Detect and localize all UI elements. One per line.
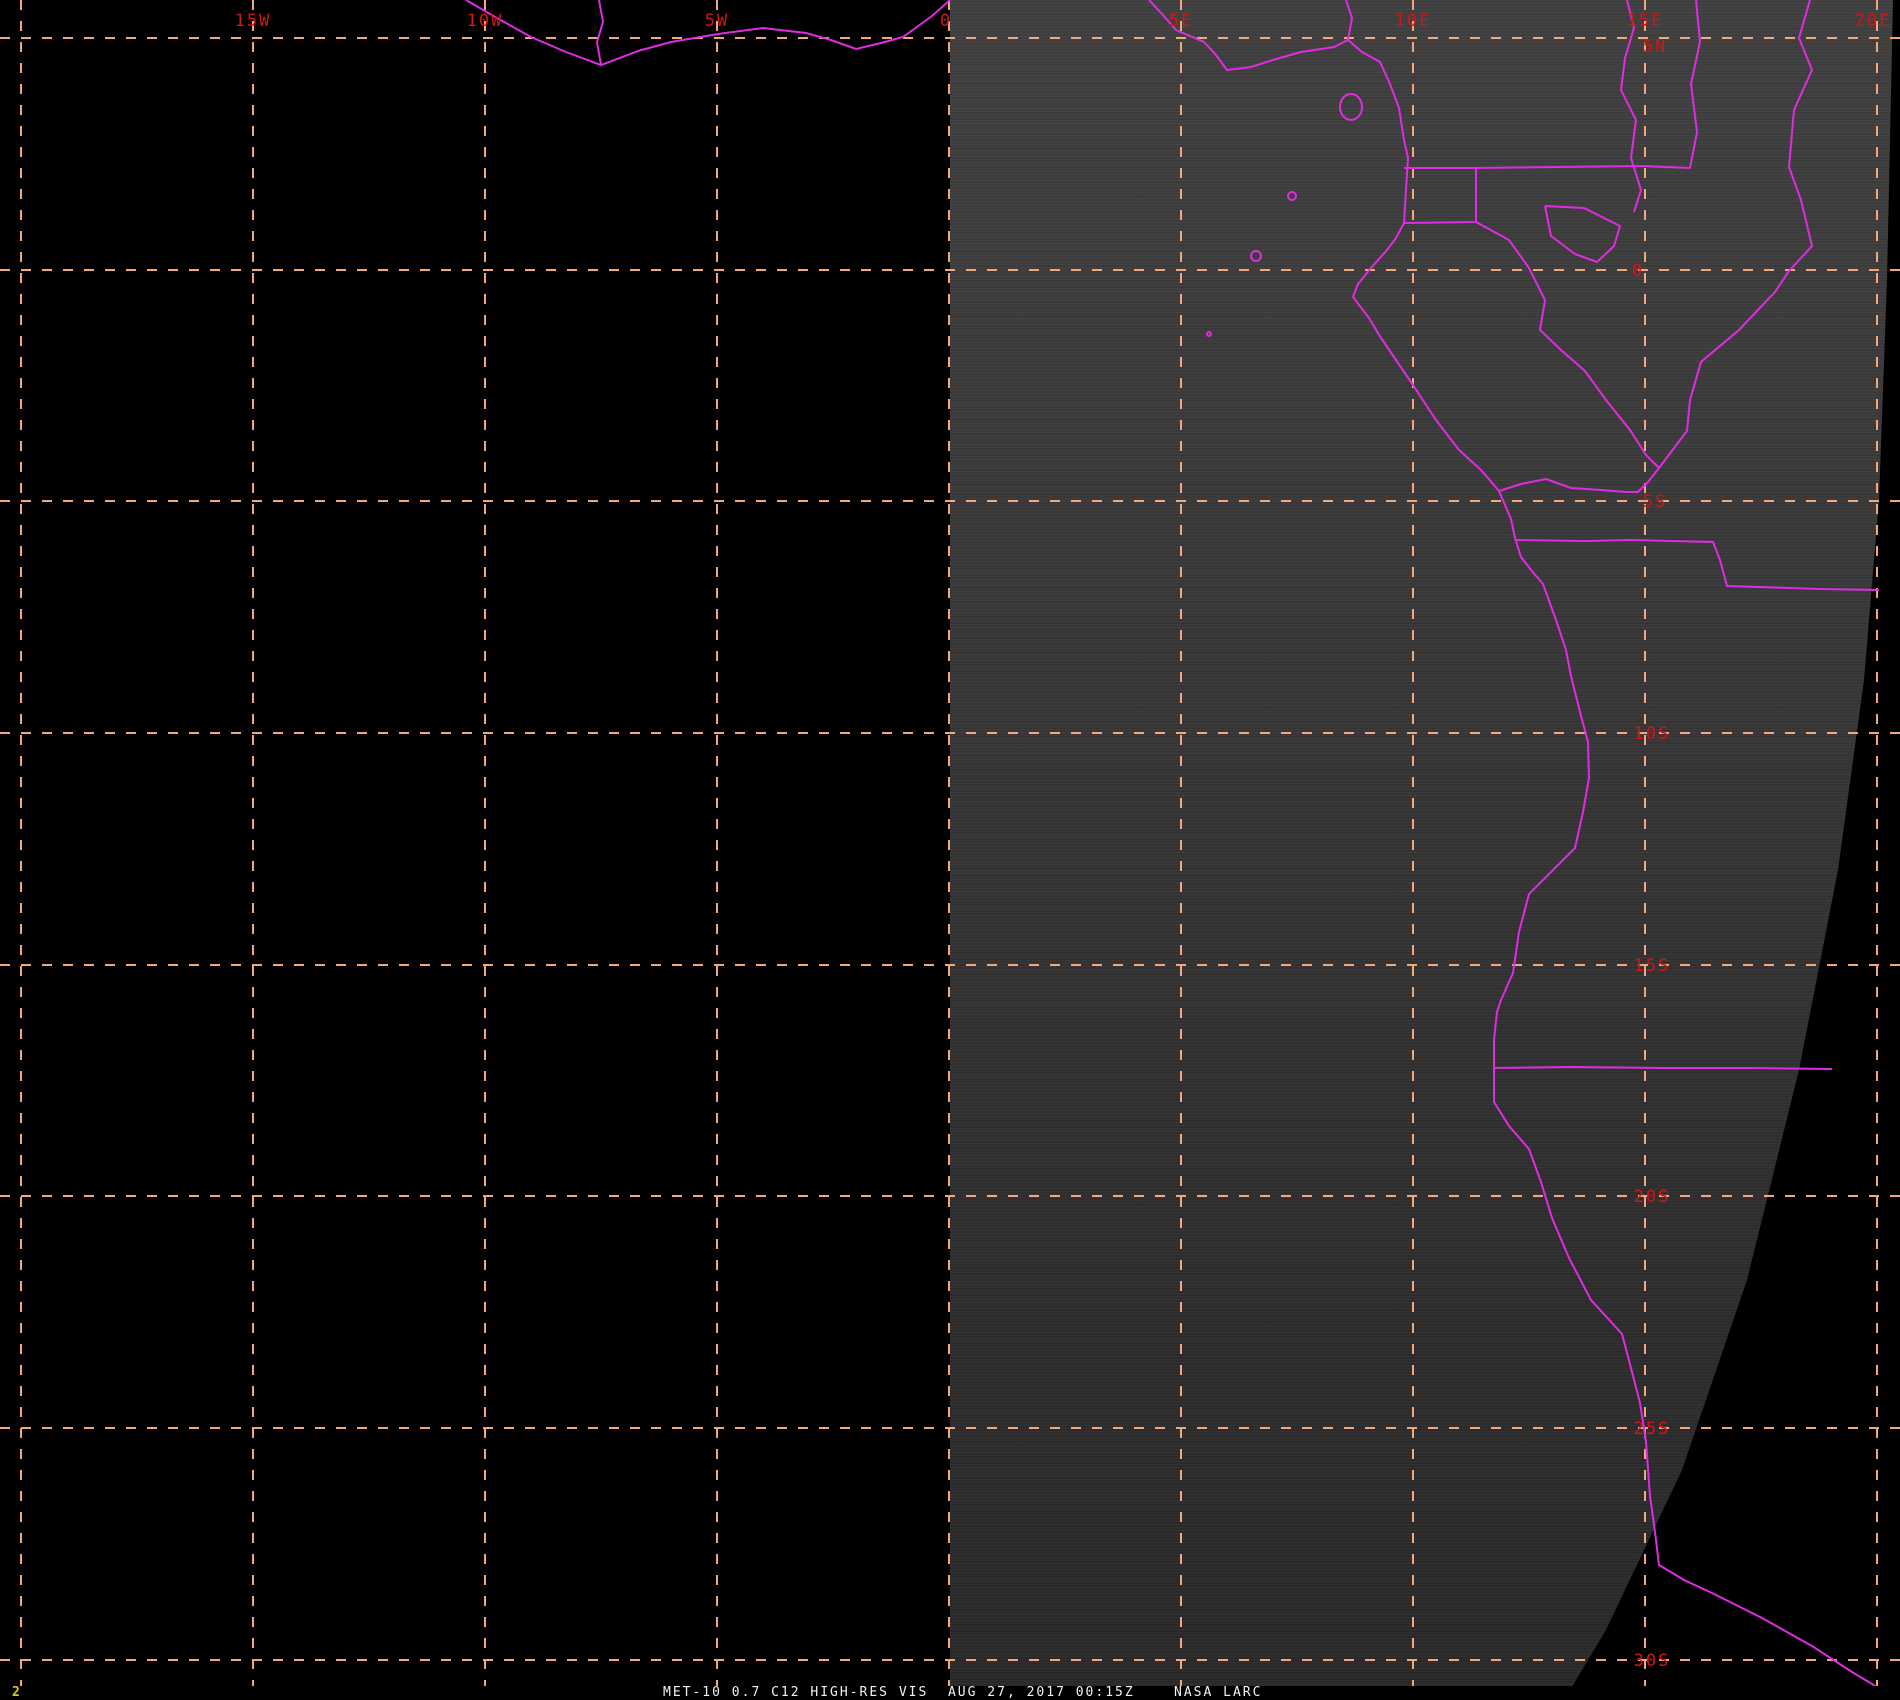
timestamp-label: AUG 27, 2017 00:15Z [947,1685,1135,1700]
coastline-path [1658,0,1814,469]
island-principe [1287,191,1297,201]
longitude-label: 5E [1169,11,1193,31]
longitude-label: 10E [1395,11,1432,31]
caption-gap-2 [1135,1685,1174,1700]
satellite-image-viewport: 15W 10W 5W 0 5E 10E 15E 20E 5N 0 5S 10S 15S 20S 25S 30S… [0,0,1900,1700]
coastline-path [1493,1065,1833,1070]
latitude-label: 10S [1634,724,1671,744]
product-label: MET-10 0.7 C12 HIGH-RES VIS [663,1685,929,1700]
caption-text: MET-10 0.7 C12 HIGH-RES VIS AUG 27, 2017… [663,1686,1262,1699]
credit-label: NASA LARC [1174,1685,1263,1700]
latitude-label: 15S [1634,956,1671,976]
longitude-label: 20E [1855,11,1892,31]
coastline-path [1544,205,1622,264]
longitude-label: 0 [940,11,952,31]
frame-counter: 2 [12,1685,20,1700]
coastline-path [1475,221,1660,469]
coastline-path [1403,167,1477,224]
longitude-label: 15W [235,11,272,31]
latitude-label: 0 [1632,261,1644,281]
longitude-label: 15E [1627,11,1664,31]
coastline-path [1475,0,1702,170]
longitude-label: 5W [705,11,729,31]
caption-gap-1 [928,1685,948,1700]
coastline-path [1148,0,1878,1688]
caption-bar: MET-10 0.7 C12 HIGH-RES VIS AUG 27, 2017… [0,1686,1900,1700]
latitude-label: 5S [1643,492,1667,512]
latitude-label: 5N [1643,37,1667,57]
island-annobon [1206,331,1212,337]
latitude-label: 20S [1634,1187,1671,1207]
coastline-path [1514,538,1880,591]
latitude-label: 30S [1634,1651,1671,1671]
coastline-path [595,0,605,66]
coastline-path [1498,467,1660,493]
island-sao-tome [1250,250,1262,262]
coastline-path [465,0,951,67]
longitude-label: 10W [467,11,504,31]
coastline-path [1619,0,1643,213]
map-overlay: 15W 10W 5W 0 5E 10E 15E 20E 5N 0 5S 10S 15S 20S 25S 30S [0,0,1900,1688]
latitude-label: 25S [1634,1419,1671,1439]
island-bioko [1339,93,1363,121]
coastline-path [1345,0,1354,41]
